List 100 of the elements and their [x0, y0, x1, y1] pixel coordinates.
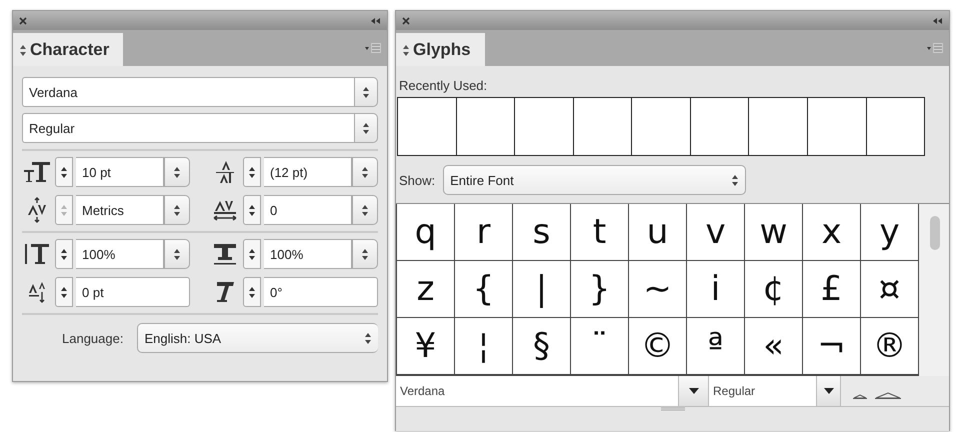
recent-glyphs-grid[interactable]	[397, 97, 925, 156]
glyph-cell[interactable]: |	[513, 261, 570, 317]
input-field[interactable]: Metrics	[76, 195, 164, 225]
updown-arrows-icon	[173, 164, 181, 180]
scrollbar-thumb[interactable]	[930, 216, 940, 250]
language-label: Language:	[62, 330, 124, 346]
dropdown-button[interactable]	[354, 113, 378, 143]
skew-icon	[216, 281, 234, 303]
collapse-icon	[932, 16, 943, 24]
updown-arrows-icon	[60, 284, 68, 300]
updown-arrows-icon	[248, 202, 256, 218]
dropdown-button[interactable]	[817, 376, 841, 406]
updown-arrows-icon	[361, 246, 369, 262]
updown-arrows-icon	[402, 43, 410, 56]
stepper-button[interactable]	[55, 239, 73, 269]
glyph-cell[interactable]: ¦	[455, 318, 512, 374]
dropdown-button[interactable]	[164, 239, 190, 269]
close-icon	[19, 16, 27, 24]
dropdown-button[interactable]	[352, 157, 378, 187]
vertical-scale-icon	[24, 243, 50, 265]
panel-menu-button[interactable]	[927, 42, 943, 54]
glyph-cell[interactable]: ¬	[803, 318, 860, 374]
updown-arrows-icon	[364, 330, 372, 346]
font-style-field[interactable]: Regular	[22, 113, 354, 143]
glyph-cell[interactable]: i	[687, 261, 744, 317]
show-label: Show:	[399, 172, 436, 188]
close-button[interactable]	[402, 16, 410, 24]
menu-icon	[365, 42, 381, 54]
glyph-cell[interactable]: ¥	[397, 318, 454, 374]
dropdown-button[interactable]	[354, 77, 378, 107]
dropdown-button[interactable]	[164, 195, 190, 225]
glyph-cell[interactable]: «	[745, 318, 802, 374]
glyph-cell[interactable]: ®	[861, 318, 918, 374]
glyph-cell[interactable]: £	[803, 261, 860, 317]
dropdown-button[interactable]	[352, 195, 378, 225]
small-triangle-icon	[853, 394, 867, 399]
input-field[interactable]: 100%	[76, 239, 164, 269]
glyph-cell[interactable]: ©	[629, 318, 686, 374]
updown-arrows-icon	[361, 164, 369, 180]
glyph-cell[interactable]: w	[745, 204, 802, 260]
updown-arrows-icon	[60, 246, 68, 262]
glyph-cell[interactable]: u	[629, 204, 686, 260]
glyph-cell[interactable]: ¤	[861, 261, 918, 317]
updown-arrows-icon	[248, 246, 256, 262]
input-field[interactable]: 0°	[264, 277, 378, 307]
glyph-cell[interactable]: t	[571, 204, 628, 260]
stepper-button[interactable]	[55, 277, 73, 307]
close-button[interactable]	[19, 16, 27, 24]
glyph-cell[interactable]: z	[397, 261, 454, 317]
glyph-cell[interactable]: }	[571, 261, 628, 317]
show-dropdown[interactable]: Entire Font	[443, 165, 746, 195]
baseline-shift-icon	[28, 281, 46, 303]
glyph-cell[interactable]: y	[861, 204, 918, 260]
dropdown-button[interactable]	[164, 157, 190, 187]
input-field[interactable]: 10 pt	[76, 157, 164, 187]
menu-icon	[927, 42, 943, 54]
collapse-button[interactable]	[932, 16, 943, 24]
updown-arrows-icon	[731, 172, 740, 188]
glyph-cell[interactable]: ª	[687, 318, 744, 374]
glyph-cell[interactable]: r	[455, 204, 512, 260]
horizontal-scale-icon	[213, 243, 237, 265]
font-family-field[interactable]: Verdana	[22, 77, 354, 107]
glyph-cell[interactable]: s	[513, 204, 570, 260]
panel-menu-button[interactable]	[365, 42, 381, 54]
glyph-cell[interactable]: ¢	[745, 261, 802, 317]
triangle-down-icon	[824, 388, 834, 394]
glyph-cell[interactable]: v	[687, 204, 744, 260]
input-field[interactable]: (12 pt)	[264, 157, 352, 187]
panel-tab[interactable]: Character	[13, 33, 124, 66]
stepper-button[interactable]	[55, 157, 73, 187]
glyph-cell[interactable]: {	[455, 261, 512, 317]
glyph-cell[interactable]: x	[803, 204, 860, 260]
triangle-down-icon	[688, 388, 698, 394]
font-style-field[interactable]: Regular	[709, 376, 817, 406]
stepper-button[interactable]	[243, 277, 261, 307]
glyph-cell[interactable]: ~	[629, 261, 686, 317]
font-family-field[interactable]: Verdana	[396, 376, 679, 406]
large-triangle-icon	[875, 392, 901, 399]
input-field[interactable]: 100%	[264, 239, 352, 269]
updown-arrows-icon	[19, 43, 27, 56]
stepper-button[interactable]	[243, 157, 261, 187]
tracking-icon	[213, 200, 237, 220]
glyph-cell[interactable]: §	[513, 318, 570, 374]
updown-arrows-icon	[173, 246, 181, 262]
leading-icon	[215, 160, 235, 184]
glyph-cell[interactable]: ¨	[571, 318, 628, 374]
collapse-button[interactable]	[370, 16, 381, 24]
dropdown-button[interactable]	[352, 239, 378, 269]
font-size-icon	[23, 161, 51, 183]
stepper-button[interactable]	[243, 195, 261, 225]
input-field[interactable]: 0 pt	[76, 277, 190, 307]
language-dropdown[interactable]: English: USA	[137, 323, 378, 353]
close-icon	[402, 16, 410, 24]
glyph-cell[interactable]: q	[397, 204, 454, 260]
dropdown-button[interactable]	[679, 376, 709, 406]
panel-tab[interactable]: Glyphs	[396, 33, 485, 66]
input-field[interactable]: 0	[264, 195, 352, 225]
updown-arrows-icon	[248, 164, 256, 180]
stepper-button[interactable]	[243, 239, 261, 269]
updown-arrows-icon	[361, 202, 369, 218]
